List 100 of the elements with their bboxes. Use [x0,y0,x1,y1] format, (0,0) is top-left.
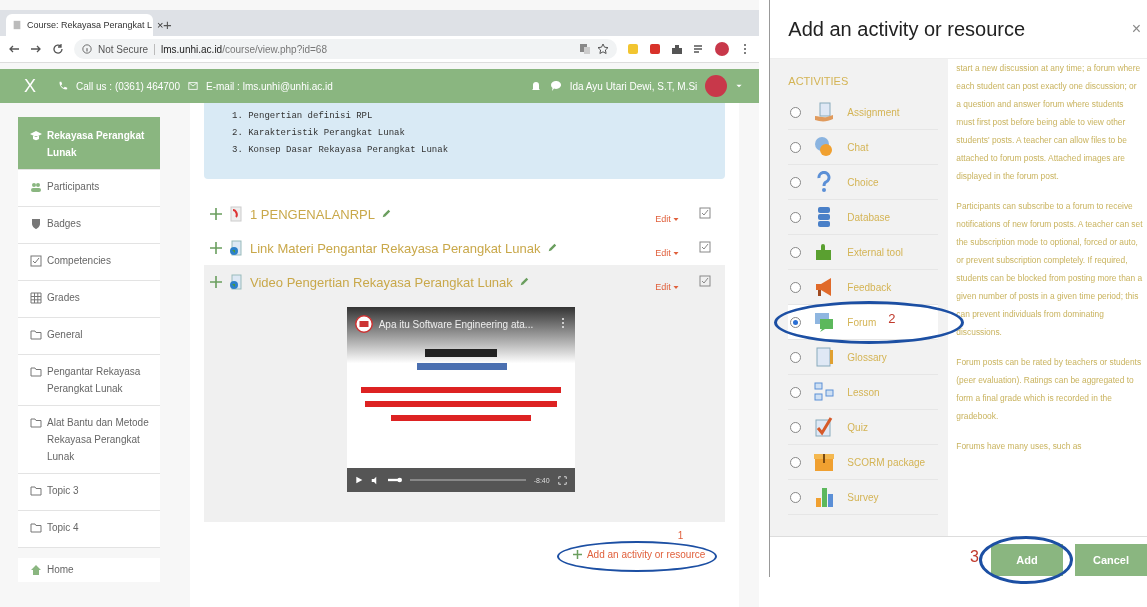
sidebar-item[interactable]: Topic 4 [18,511,160,548]
activity-option[interactable]: SCORM package [788,445,939,480]
bar-chart-icon [813,486,836,508]
fullscreen-icon [557,475,567,485]
sidebar-item[interactable]: Topic 3 [18,474,160,511]
radio-button[interactable] [790,281,802,293]
description-paragraph: start a new discussion at any time; a forum where each student can post exactly one discussion; or a question and answer forum where students must first post before being able to view other students' posts. A teacher can allow files to be attached to forum posts. Attached images are displayed in the forum post. [956,62,1142,183]
completion-checkbox-icon [699,207,712,219]
completion-checkbox-icon [699,241,712,253]
activity-link[interactable]: Video Pengertian Rekayasa Perangkat Lunak [250,274,513,290]
user-avatar[interactable] [705,75,728,97]
play-icon [354,476,363,484]
folder-icon [30,329,42,341]
step-number: 2 [888,311,896,326]
close-button[interactable]: × [1131,20,1141,38]
document-hand-icon [813,101,836,123]
activity-option[interactable]: Survey [788,480,939,515]
extension-icon [649,43,662,55]
user-name[interactable]: Ida Ayu Utari Dewi, S.T, M.Si [569,80,698,92]
activity-option[interactable]: Assignment [788,95,939,130]
move-icon [210,208,222,220]
home-icon [30,564,42,576]
tab-close-button[interactable]: × [157,19,164,31]
radio-button[interactable] [790,386,802,398]
sidebar-item[interactable]: Grades [18,281,160,318]
activity-option[interactable]: External tool [788,235,939,270]
activity-option[interactable]: Glossary [788,340,939,375]
box-icon [813,451,836,473]
checkbox-icon [30,255,42,267]
sidebar-item[interactable]: Participants [18,170,160,207]
description-paragraph: Forums have many uses, such as [956,440,1083,453]
info-icon [82,44,92,54]
folder-icon [30,522,42,534]
sidebar-item[interactable]: Badges [18,207,160,244]
reload-icon [52,43,64,55]
home-link[interactable]: Home [18,558,160,582]
graduation-cap-icon [30,130,42,142]
video-title: Apa itu Software Engineering ata... [378,318,534,330]
pdf-file-icon [228,206,244,222]
profile-avatar[interactable] [715,42,730,56]
sidebar-item[interactable]: General [18,318,160,355]
pencil-icon [381,209,391,219]
radio-button[interactable] [790,351,802,363]
caret-icon [673,284,680,290]
activity-option[interactable]: Chat [788,130,939,165]
sidebar-item[interactable]: Alat Bantu dan Metode Rekayasa Perangkat Lunak [18,406,160,474]
address-bar[interactable]: Not Secure lms.unhi.ac.id/course/view.php?id=68 [74,39,618,59]
mail-icon [188,81,198,91]
edit-menu[interactable]: Edit [655,282,680,292]
table-icon [30,292,42,304]
activity-option[interactable]: Choice [788,165,939,200]
radio-button[interactable] [790,211,802,223]
caret-icon [673,250,680,256]
caret-icon [673,216,680,222]
activity-option[interactable]: Quiz [788,410,939,445]
page-icon [12,20,22,30]
globe-file-icon [228,240,244,256]
activity-link[interactable]: Link Materi Pengantar Rekayasa Perangkat Lunak [250,240,541,256]
sidebar-item[interactable]: Pengantar Rekayasa Perangkat Lunak [18,355,160,406]
radio-button[interactable] [790,106,802,118]
folder-icon [30,366,42,378]
folder-icon [30,485,42,497]
add-button[interactable]: Add [991,544,1063,576]
activity-option[interactable]: Database [788,200,939,235]
star-icon [597,43,610,55]
activity-option[interactable]: Lesson [788,375,939,410]
phone-text: Call us : (0361) 464700 [76,80,180,92]
users-icon [30,181,42,193]
plus-icon [572,550,582,559]
summary-item: 3. Konsep Dasar Rekayasa Perangkat Lunak [232,145,450,155]
forum-icon [813,311,836,333]
forward-arrow-icon [30,43,42,55]
radio-button[interactable] [790,246,802,258]
move-icon [210,276,222,288]
new-tab-button[interactable]: + [163,16,172,36]
move-icon [210,242,222,254]
radio-button[interactable] [790,421,802,433]
pencil-icon [518,277,529,287]
radio-button[interactable] [790,491,802,503]
radio-button[interactable] [790,456,802,468]
edit-menu[interactable]: Edit [655,248,680,258]
shield-icon [30,218,42,230]
caret-icon [735,82,744,90]
book-icon [813,346,836,368]
step-number: 3 [970,548,979,566]
email-text: E-mail : lms.unhi@unhi.ac.id [206,80,333,92]
sidebar-item[interactable]: Rekayasa Perangkat Lunak [18,117,160,170]
phone-icon [58,81,68,91]
radio-button[interactable] [790,176,802,188]
activity-link[interactable]: 1 PENGENALANRPL [250,206,375,222]
description-paragraph: Forum posts can be rated by teachers or students (peer evaluation). Ratings can be aggregated to form a final grade which is recorded in the gradebook. [956,356,1143,423]
radio-button[interactable] [790,316,802,328]
add-activity-link[interactable]: Add an activity or resource [572,549,706,560]
radio-button[interactable] [790,141,802,153]
close-menu-button[interactable]: X [24,75,36,97]
extension-icon [627,43,640,55]
cancel-button[interactable]: Cancel [1075,544,1147,576]
edit-menu[interactable]: Edit [655,214,680,224]
sidebar-item[interactable]: Competencies [18,244,160,281]
pencil-icon [546,243,557,253]
